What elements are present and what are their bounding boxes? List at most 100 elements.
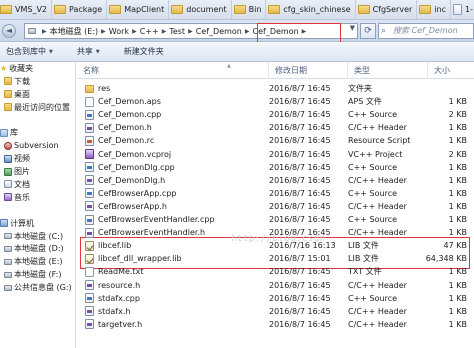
aps-file-icon: [85, 96, 94, 107]
back-arrow-icon[interactable]: ◄: [2, 24, 16, 38]
folder-icon: [357, 5, 370, 14]
sidebar-item[interactable]: 本地磁盘 (D:): [0, 242, 75, 255]
file-row[interactable]: libcef.lib 2016/7/16 16:13 LIB 文件 47 KB: [77, 239, 474, 252]
file-name-cell: stdafx.h: [85, 305, 255, 318]
star-icon: ★: [0, 63, 8, 73]
sidebar-item[interactable]: 视频: [0, 152, 75, 165]
file-row[interactable]: Cef_Demon.h 2016/8/7 16:45 C/C++ Header 1 K…: [77, 121, 474, 134]
sidebar-item[interactable]: 本地磁盘 (F:): [0, 268, 75, 281]
chevron-right-icon[interactable]: ▶: [161, 28, 168, 35]
file-row[interactable]: CefBrowserEventHandler.cpp 2016/8/7 16:45…: [77, 213, 474, 226]
favorite-link[interactable]: Bin: [232, 0, 267, 19]
header-file-icon: [85, 175, 94, 186]
sidebar-item[interactable]: 本地磁盘 (E:): [0, 255, 75, 268]
file-size: 1 KB: [448, 175, 467, 185]
drive-icon: [4, 245, 12, 252]
file-row[interactable]: Cef_Demon.cpp 2016/8/7 16:45 C++ Source 2 K…: [77, 108, 474, 121]
breadcrumb-cef-demon-parent[interactable]: Cef_Demon: [194, 27, 244, 36]
file-date: 2016/8/7 16:45: [269, 175, 331, 185]
favorite-link[interactable]: CfgServer: [356, 0, 418, 19]
chevron-right-icon[interactable]: ▶: [187, 28, 194, 35]
folder-icon: [4, 77, 12, 86]
file-row[interactable]: Cef_Demon.rc 2016/8/7 16:45 Resource Scrip…: [77, 134, 474, 147]
navigation-pane: ★ 收藏夹 下载 桌面最近访问的位置库 Subversion 视频 图片 文档音乐计算机本地磁…: [0, 62, 76, 348]
chevron-right-icon[interactable]: ▶: [100, 28, 107, 35]
document-icon: [452, 4, 462, 15]
sidebar-item[interactable]: 文档: [0, 178, 75, 191]
favorite-link[interactable]: document: [169, 0, 232, 19]
file-row[interactable]: Cef_Demon.aps 2016/8/7 16:45 APS 文件 1 KB: [77, 95, 474, 108]
favorite-link[interactable]: cfg_skin_chinese: [266, 0, 356, 19]
file-row[interactable]: stdafx.cpp 2016/8/7 16:45 C++ Source 1 KB: [77, 292, 474, 305]
file-row[interactable]: stdafx.h 2016/8/7 16:45 C/C++ Header 1 KB: [77, 305, 474, 318]
file-name-cell: resource.h: [85, 279, 255, 292]
sidebar-item[interactable]: 图片: [0, 165, 75, 178]
file-date: 2016/8/7 16:45: [269, 267, 331, 277]
rc-file-icon: [85, 135, 94, 146]
breadcrumb-cef-demon-current[interactable]: Cef_Demon: [251, 27, 301, 36]
favorite-link[interactable]: MapClient: [107, 0, 170, 19]
favorite-link[interactable]: Package: [52, 0, 108, 19]
sidebar-item-label: 桌面: [14, 89, 30, 99]
file-row[interactable]: ReadMe.txt 2016/8/7 16:45 TXT 文件 1 KB: [77, 265, 474, 278]
file-name-cell: Cef_DemonDlg.cpp: [85, 161, 255, 174]
header-file-icon: [85, 122, 94, 133]
sidebar-item[interactable]: 库: [0, 126, 75, 139]
file-row[interactable]: CefBrowserApp.cpp 2016/8/7 16:45 C++ Sourc…: [77, 187, 474, 200]
sidebar-item-label: 公共信息盘 (G:): [14, 283, 72, 293]
file-name-cell: libcef_dll_wrapper.lib: [85, 252, 255, 265]
file-row[interactable]: libcef_dll_wrapper.lib 2016/8/7 15:01 LIB …: [77, 252, 474, 265]
folder-icon: [419, 5, 432, 14]
column-type[interactable]: 类型: [348, 62, 428, 79]
sidebar-item-label: 计算机: [10, 218, 34, 228]
folder-icon: [0, 5, 12, 14]
file-row[interactable]: Cef_DemonDlg.cpp 2016/8/7 16:45 C++ Source…: [77, 161, 474, 174]
file-row[interactable]: CefBrowserEventHandler.h 2016/8/7 16:45 C/…: [77, 226, 474, 239]
sidebar-item[interactable]: 公共信息盘 (G:): [0, 281, 75, 294]
refresh-icon[interactable]: ⟳: [360, 23, 376, 39]
file-row[interactable]: targetver.h 2016/8/7 16:45 C/C++ Header 1 K…: [77, 318, 474, 331]
file-row[interactable]: Cef_DemonDlg.h 2016/8/7 16:45 C/C++ Header…: [77, 174, 474, 187]
column-size[interactable]: 大小: [428, 62, 474, 79]
column-date[interactable]: 修改日期: [269, 62, 348, 79]
sidebar-item-label: 文档: [14, 179, 30, 189]
chevron-right-icon[interactable]: ▶: [41, 28, 48, 35]
favorite-link[interactable]: VMS_V2: [0, 0, 53, 19]
file-row[interactable]: resource.h 2016/8/7 16:45 C/C++ Header 1 KB: [77, 279, 474, 292]
chevron-right-icon[interactable]: ▶: [301, 28, 308, 35]
chevron-right-icon[interactable]: ▶: [244, 28, 251, 35]
header-file-icon: [85, 306, 94, 317]
file-list: 名称 ▲ 修改日期 类型 大小 http://blog.csdn res 2016…: [77, 62, 474, 348]
drive-icon: [4, 284, 12, 291]
search-input[interactable]: ⌕ 搜索 Cef_Demon: [378, 23, 474, 39]
breadcrumb-cpp[interactable]: C++: [138, 27, 161, 36]
new-folder-button[interactable]: 新建文件夹: [110, 46, 174, 57]
include-in-library-button[interactable]: 包含到库中 ▼: [4, 46, 63, 57]
address-box[interactable]: ▶ 本地磁盘 (E:) ▶ Work ▶ C++ ▶ Test ▶ Cef_De…: [24, 23, 358, 39]
sidebar-item[interactable]: 计算机: [0, 217, 75, 230]
file-name: CefBrowserEventHandler.h: [98, 228, 206, 238]
file-name-cell: CefBrowserApp.h: [85, 200, 255, 213]
favorite-link[interactable]: inc: [417, 0, 451, 19]
sidebar-item[interactable]: 最近访问的位置: [0, 101, 75, 114]
file-row[interactable]: res 2016/8/7 16:45 文件夹: [77, 82, 474, 95]
file-row[interactable]: Cef_Demon.vcproj 2016/8/7 16:45 VC++ Proje…: [77, 148, 474, 161]
file-name: libcef.lib: [98, 241, 132, 251]
sidebar-item[interactable]: 下载: [0, 75, 75, 88]
breadcrumb-work[interactable]: Work: [107, 27, 131, 36]
sidebar-item[interactable]: ★ 收藏夹: [0, 62, 75, 75]
sidebar-item[interactable]: 音乐: [0, 191, 75, 204]
folder-icon: [171, 5, 184, 14]
address-dropdown-icon[interactable]: ▼: [350, 24, 355, 32]
favorite-link[interactable]: 1- MFC综合示例: [451, 0, 474, 19]
folder-icon: [54, 5, 67, 14]
sidebar-item[interactable]: Subversion: [0, 139, 75, 152]
file-row[interactable]: CefBrowserApp.h 2016/8/7 16:45 C/C++ Heade…: [77, 200, 474, 213]
breadcrumb-drive[interactable]: 本地磁盘 (E:): [48, 26, 101, 37]
chevron-right-icon[interactable]: ▶: [131, 28, 138, 35]
column-name[interactable]: 名称: [77, 62, 269, 79]
breadcrumb-test[interactable]: Test: [167, 27, 187, 36]
sidebar-item[interactable]: 桌面: [0, 88, 75, 101]
share-button[interactable]: 共享 ▼: [63, 46, 110, 57]
sidebar-item[interactable]: 本地磁盘 (C:): [0, 230, 75, 243]
